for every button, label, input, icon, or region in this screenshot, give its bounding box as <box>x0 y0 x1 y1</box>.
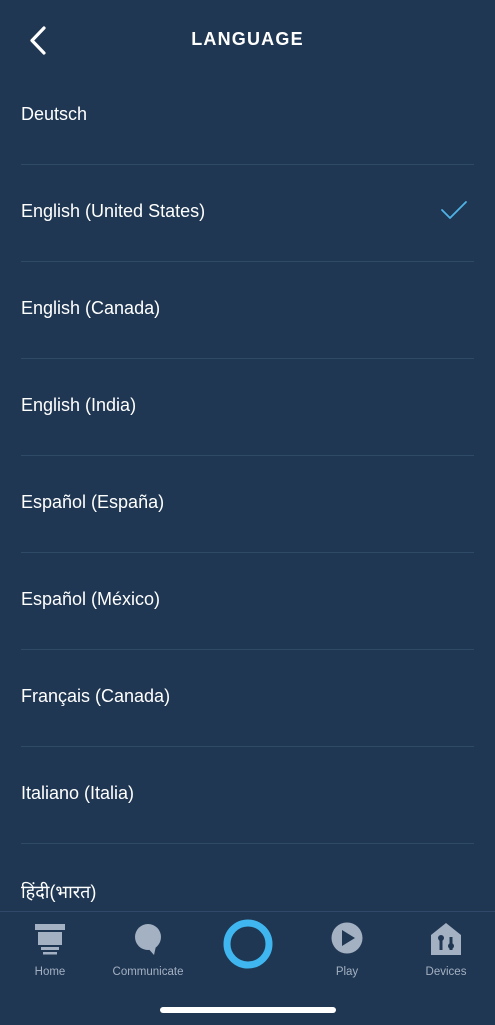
alexa-button[interactable] <box>222 918 274 970</box>
language-list: Deutsch English (United States) English … <box>0 68 495 940</box>
tab-home[interactable]: Home <box>0 920 100 984</box>
language-label: Français (Canada) <box>21 686 171 706</box>
page-title: LANGUAGE <box>191 29 304 49</box>
language-item-deutsch[interactable]: Deutsch <box>21 68 474 165</box>
tab-communicate[interactable]: Communicate <box>98 920 198 984</box>
language-item-english-us[interactable]: English (United States) <box>21 165 474 262</box>
language-item-english-canada[interactable]: English (Canada) <box>21 262 474 359</box>
tab-devices[interactable]: Devices <box>396 920 495 984</box>
language-item-espanol-mexico[interactable]: Español (México) <box>21 553 474 650</box>
language-label: Deutsch <box>21 104 88 124</box>
language-label: हिंदी(भारत) <box>21 882 97 902</box>
language-item-italiano-italia[interactable]: Italiano (Italia) <box>21 747 474 844</box>
tab-label: Devices <box>425 966 467 978</box>
language-label: English (India) <box>21 395 137 415</box>
language-label: English (Canada) <box>21 298 161 318</box>
tab-play[interactable]: Play <box>297 920 397 984</box>
chat-bubble-icon <box>135 924 161 955</box>
language-item-francais-canada[interactable]: Français (Canada) <box>21 650 474 747</box>
language-label: Español (México) <box>21 589 161 609</box>
tab-label: Home <box>34 966 66 978</box>
home-indicator <box>160 1007 336 1013</box>
alexa-icon <box>223 919 273 969</box>
language-label: Italiano (Italia) <box>21 783 135 803</box>
play-icon <box>331 922 363 954</box>
home-icon <box>35 924 65 955</box>
tab-label: Communicate <box>112 966 184 978</box>
tab-label: Play <box>335 966 359 978</box>
devices-house-icon <box>431 923 461 955</box>
language-label: English (United States) <box>21 201 206 221</box>
language-item-english-india[interactable]: English (India) <box>21 359 474 456</box>
language-label: Español (España) <box>21 492 165 512</box>
checkmark-icon <box>441 201 467 219</box>
language-item-espanol-espana[interactable]: Español (España) <box>21 456 474 553</box>
